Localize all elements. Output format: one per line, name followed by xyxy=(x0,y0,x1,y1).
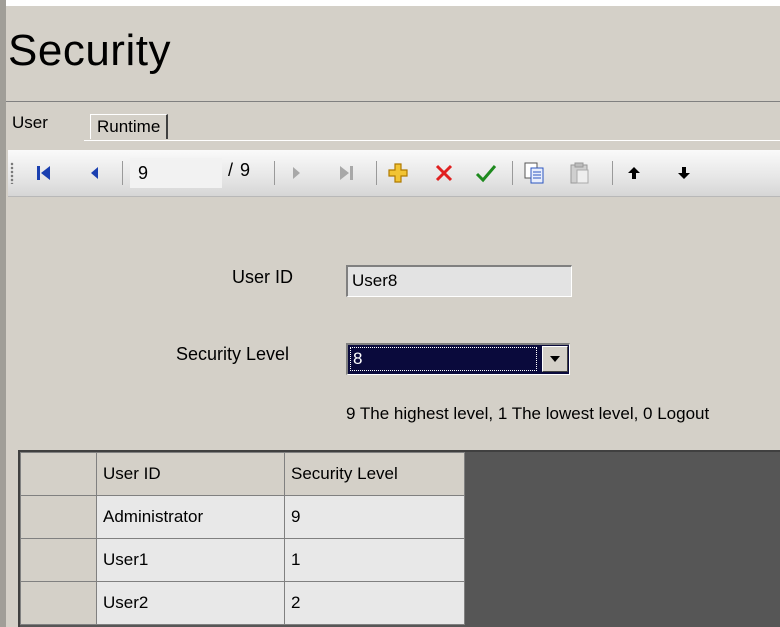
delete-icon[interactable] xyxy=(430,158,458,188)
apply-icon[interactable] xyxy=(472,158,500,188)
table-row[interactable]: User1 1 xyxy=(20,538,465,582)
first-record-icon[interactable] xyxy=(30,158,58,188)
paste-icon[interactable] xyxy=(566,158,594,188)
table-row[interactable]: Administrator 9 xyxy=(20,495,465,539)
dropdown-button[interactable] xyxy=(542,346,568,372)
window-top-border xyxy=(0,0,780,6)
toolbar-separator xyxy=(274,161,275,185)
move-up-icon[interactable] xyxy=(620,158,648,188)
grid-header-row: User ID Security Level xyxy=(20,452,465,496)
grid-corner-cell[interactable] xyxy=(20,452,97,496)
row-header[interactable] xyxy=(20,495,97,539)
tab-user[interactable]: User xyxy=(6,110,88,136)
users-grid: User ID Security Level Administrator 9 U… xyxy=(20,452,465,625)
move-down-icon[interactable] xyxy=(670,158,698,188)
add-icon[interactable] xyxy=(384,158,412,188)
next-record-icon[interactable] xyxy=(282,158,310,188)
row-header[interactable] xyxy=(20,538,97,582)
user-id-field[interactable]: User8 xyxy=(346,265,572,297)
cell-user-id[interactable]: User2 xyxy=(96,581,285,625)
cell-security-level[interactable]: 2 xyxy=(284,581,465,625)
toolbar-separator xyxy=(512,161,513,185)
last-record-icon[interactable] xyxy=(332,158,360,188)
security-level-hint: 9 The highest level, 1 The lowest level,… xyxy=(346,404,710,423)
record-position-input[interactable] xyxy=(130,158,222,188)
tab-underline xyxy=(84,140,780,141)
record-navigator-toolbar: / 9 xyxy=(8,150,780,197)
previous-record-icon[interactable] xyxy=(80,158,108,188)
cell-security-level[interactable]: 9 xyxy=(284,495,465,539)
security-level-value: 8 xyxy=(350,347,537,371)
security-window: Security User Runtime / 9 xyxy=(0,0,780,627)
title-divider xyxy=(6,101,780,102)
copy-icon[interactable] xyxy=(520,158,548,188)
cell-security-level[interactable]: 1 xyxy=(284,538,465,582)
security-level-label: Security Level xyxy=(176,344,290,364)
toolbar-separator xyxy=(612,161,613,185)
toolbar-separator xyxy=(122,161,123,185)
toolbar-separator xyxy=(376,161,377,185)
column-header-security-level[interactable]: Security Level xyxy=(284,452,465,496)
chevron-down-icon xyxy=(550,356,560,362)
toolbar-grip[interactable] xyxy=(10,162,14,184)
window-left-border xyxy=(0,0,6,627)
tab-runtime[interactable]: Runtime xyxy=(90,114,169,139)
security-level-dropdown[interactable]: 8 xyxy=(346,343,570,375)
row-header[interactable] xyxy=(20,581,97,625)
column-header-user-id[interactable]: User ID xyxy=(96,452,285,496)
record-total: / 9 xyxy=(228,160,252,180)
cell-user-id[interactable]: Administrator xyxy=(96,495,285,539)
user-id-label: User ID xyxy=(232,267,294,287)
table-row[interactable]: User2 2 xyxy=(20,581,465,625)
cell-user-id[interactable]: User1 xyxy=(96,538,285,582)
page-title: Security xyxy=(8,26,171,75)
